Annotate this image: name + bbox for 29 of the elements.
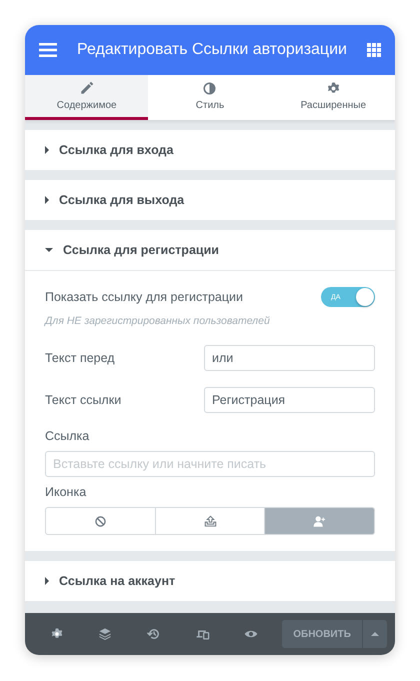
tab[interactable]: Расширенные bbox=[272, 75, 395, 120]
field-label: Иконка bbox=[45, 485, 88, 499]
grid-icon[interactable] bbox=[367, 43, 381, 57]
caret-button[interactable] bbox=[362, 620, 387, 648]
pencil-icon bbox=[79, 81, 94, 96]
menu-icon[interactable] bbox=[39, 43, 57, 57]
url-input[interactable]: Вставьте ссылку или начните писать bbox=[45, 451, 375, 477]
icon-option[interactable] bbox=[264, 508, 374, 534]
field-label: Текст перед bbox=[45, 351, 115, 365]
upload-icon bbox=[204, 514, 216, 528]
field-label: Показать ссылку для регистрации bbox=[45, 290, 243, 304]
section-header[interactable]: Ссылка на аккаунт bbox=[25, 561, 395, 601]
section-header[interactable]: Ссылка для выхода bbox=[25, 180, 395, 220]
panel-title: Редактировать Ссылки авторизации bbox=[76, 41, 348, 59]
hint-text: Для НЕ зарегистрированных пользователей bbox=[45, 315, 271, 327]
history-icon bbox=[147, 627, 162, 641]
section-header[interactable]: Ссылка для входа bbox=[25, 130, 395, 170]
text-input[interactable]: Регистрация bbox=[204, 387, 375, 413]
tab[interactable]: Содержимое bbox=[25, 75, 148, 120]
field-label: Ссылка bbox=[45, 429, 90, 443]
text-input[interactable]: или bbox=[204, 345, 375, 371]
layers-icon bbox=[98, 627, 112, 641]
section-header[interactable]: Ссылка для регистрации bbox=[25, 230, 395, 271]
field-label: Текст ссылки bbox=[45, 393, 122, 407]
gear-icon bbox=[50, 627, 64, 641]
contrast-icon bbox=[202, 81, 218, 96]
tab[interactable]: Стиль bbox=[148, 75, 272, 120]
ban-icon bbox=[94, 514, 107, 528]
user-plus-icon bbox=[313, 514, 326, 528]
